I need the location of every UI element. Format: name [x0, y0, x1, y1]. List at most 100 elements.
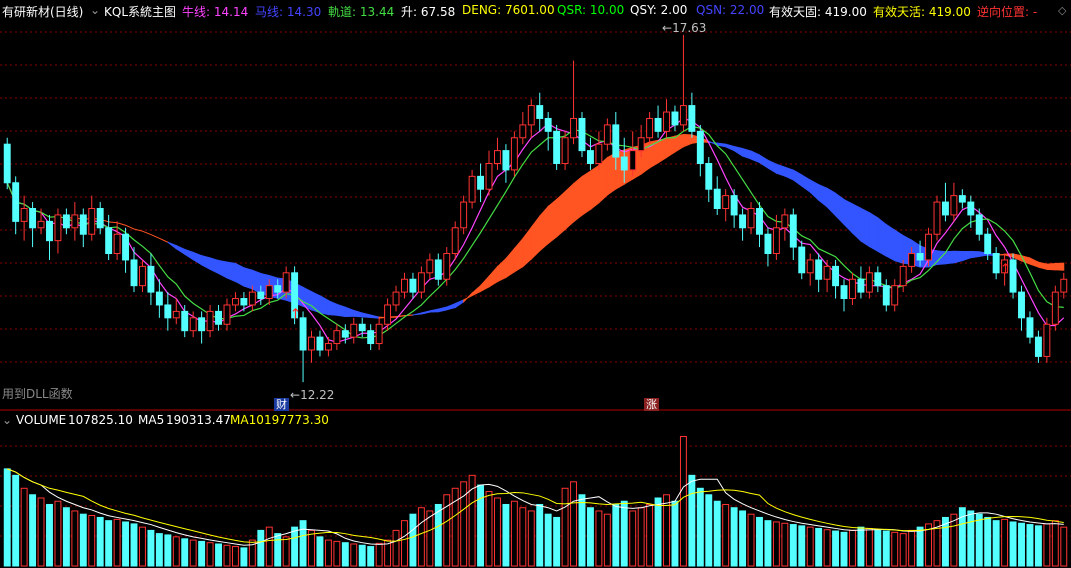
candle-up — [282, 272, 290, 293]
candle-down — [477, 175, 485, 190]
volume-bar-down — [147, 529, 155, 567]
volume-bar-down — [1034, 525, 1042, 567]
candle-down — [130, 259, 138, 287]
volume-bar-down — [1009, 521, 1017, 567]
volume-bar-down — [3, 468, 11, 567]
candle-down — [358, 323, 366, 332]
candle-down — [46, 220, 53, 242]
trend-band-segment — [953, 250, 963, 264]
candle-down — [198, 317, 206, 332]
candle-down — [12, 182, 20, 222]
candle-down — [147, 265, 155, 293]
candle-up — [908, 253, 916, 267]
candle-down — [832, 265, 840, 287]
volume-bar-down — [882, 530, 890, 567]
candle-up — [333, 330, 341, 345]
volume-bar-up — [1001, 518, 1009, 567]
volume-bar-down — [62, 507, 70, 567]
trend-band-segment — [344, 306, 355, 318]
candle-up — [772, 227, 780, 255]
candle-up — [527, 105, 535, 126]
trend-band-segment — [598, 156, 608, 204]
volume-bar-down — [29, 494, 37, 567]
volume-bar-down — [798, 525, 806, 567]
volume-bar-up — [20, 487, 28, 567]
candle-up — [781, 214, 789, 229]
trend-band-segment — [843, 198, 853, 235]
candle-up — [1051, 291, 1059, 325]
trend-band-segment — [556, 190, 566, 238]
trend-band-segment — [361, 312, 372, 319]
volume-bar-up — [561, 487, 569, 567]
volume-bar-down — [586, 507, 594, 567]
candle-up — [646, 117, 654, 139]
candle-down — [29, 208, 37, 229]
candle-down — [341, 330, 349, 338]
trend-band-segment — [657, 137, 668, 164]
trend-band-segment — [666, 135, 676, 159]
candle-up — [443, 253, 451, 280]
volume-bar-up — [223, 544, 231, 567]
trend-band-segment — [826, 187, 837, 217]
stock-title[interactable]: 有研新材(日线) — [2, 3, 83, 20]
volume-label: VOLUME — [16, 413, 67, 427]
indicator-name[interactable]: KQL系統主图 — [104, 3, 176, 20]
candle-up — [113, 233, 121, 255]
candle-up — [570, 117, 577, 139]
indicator-item: 有效天固: 419.00 — [769, 5, 867, 19]
panel-diamond-icon[interactable]: ◇ — [1058, 4, 1066, 17]
candle-down — [840, 285, 848, 300]
limit-up-tag[interactable]: 涨 — [644, 398, 659, 411]
candle-down — [874, 272, 882, 287]
trend-band-segment — [564, 182, 575, 231]
volume-bar-down — [341, 542, 349, 567]
candle-up — [561, 137, 569, 164]
volume-toggle-icon[interactable]: ⌄ — [2, 413, 12, 427]
trend-band-segment — [159, 237, 169, 243]
candle-up — [494, 150, 501, 164]
trend-band-segment — [234, 262, 245, 287]
volume-bar-down — [299, 520, 307, 567]
trend-band-segment — [201, 255, 211, 271]
volume-bar-up — [494, 497, 501, 567]
candle-up — [519, 124, 527, 139]
finance-tag[interactable]: 财 — [274, 398, 289, 411]
trend-band-segment — [218, 259, 228, 279]
trend-band-segment — [429, 308, 439, 313]
trend-band-segment — [573, 175, 583, 223]
volume-bar-down — [79, 513, 87, 567]
candle-down — [3, 143, 11, 184]
volume-bar-up — [231, 546, 239, 567]
volume-bar-down — [105, 520, 113, 567]
trend-band-segment — [513, 237, 524, 273]
trend-band-segment — [226, 261, 236, 283]
trend-band-segment — [894, 229, 904, 264]
candle-up — [308, 336, 315, 351]
candle-down — [941, 201, 949, 216]
volume-bar-down — [815, 527, 823, 567]
candle-up — [172, 310, 180, 319]
candle-up — [71, 214, 79, 229]
trend-band-segment — [142, 230, 152, 236]
candle-up — [88, 208, 96, 235]
volume-bar-up — [265, 526, 273, 567]
candle-up — [375, 323, 383, 345]
candle-up — [637, 137, 645, 152]
volume-bar-down — [1026, 524, 1034, 567]
buy-arrow-icon: ↑ — [1000, 262, 1012, 278]
volume-bar-down — [181, 538, 189, 567]
volume-bar-up — [722, 503, 730, 567]
candle-down — [1018, 291, 1025, 319]
volume-bar-down — [578, 494, 586, 567]
candle-down — [688, 105, 696, 132]
indicator-item: 有效天活: 419.00 — [873, 5, 971, 19]
chart-canvas[interactable]: ↑↑ — [0, 0, 1071, 568]
volume-bar-down — [992, 520, 1000, 567]
candle-up — [823, 265, 831, 280]
candle-up — [925, 233, 932, 261]
indicator-item: QSY: 2.00 — [630, 3, 688, 17]
trend-band-segment — [961, 250, 972, 262]
trend-band-segment — [742, 147, 752, 160]
indicator-toggle-icon[interactable]: ⌄ — [90, 3, 100, 17]
trend-band-segment — [437, 306, 448, 313]
